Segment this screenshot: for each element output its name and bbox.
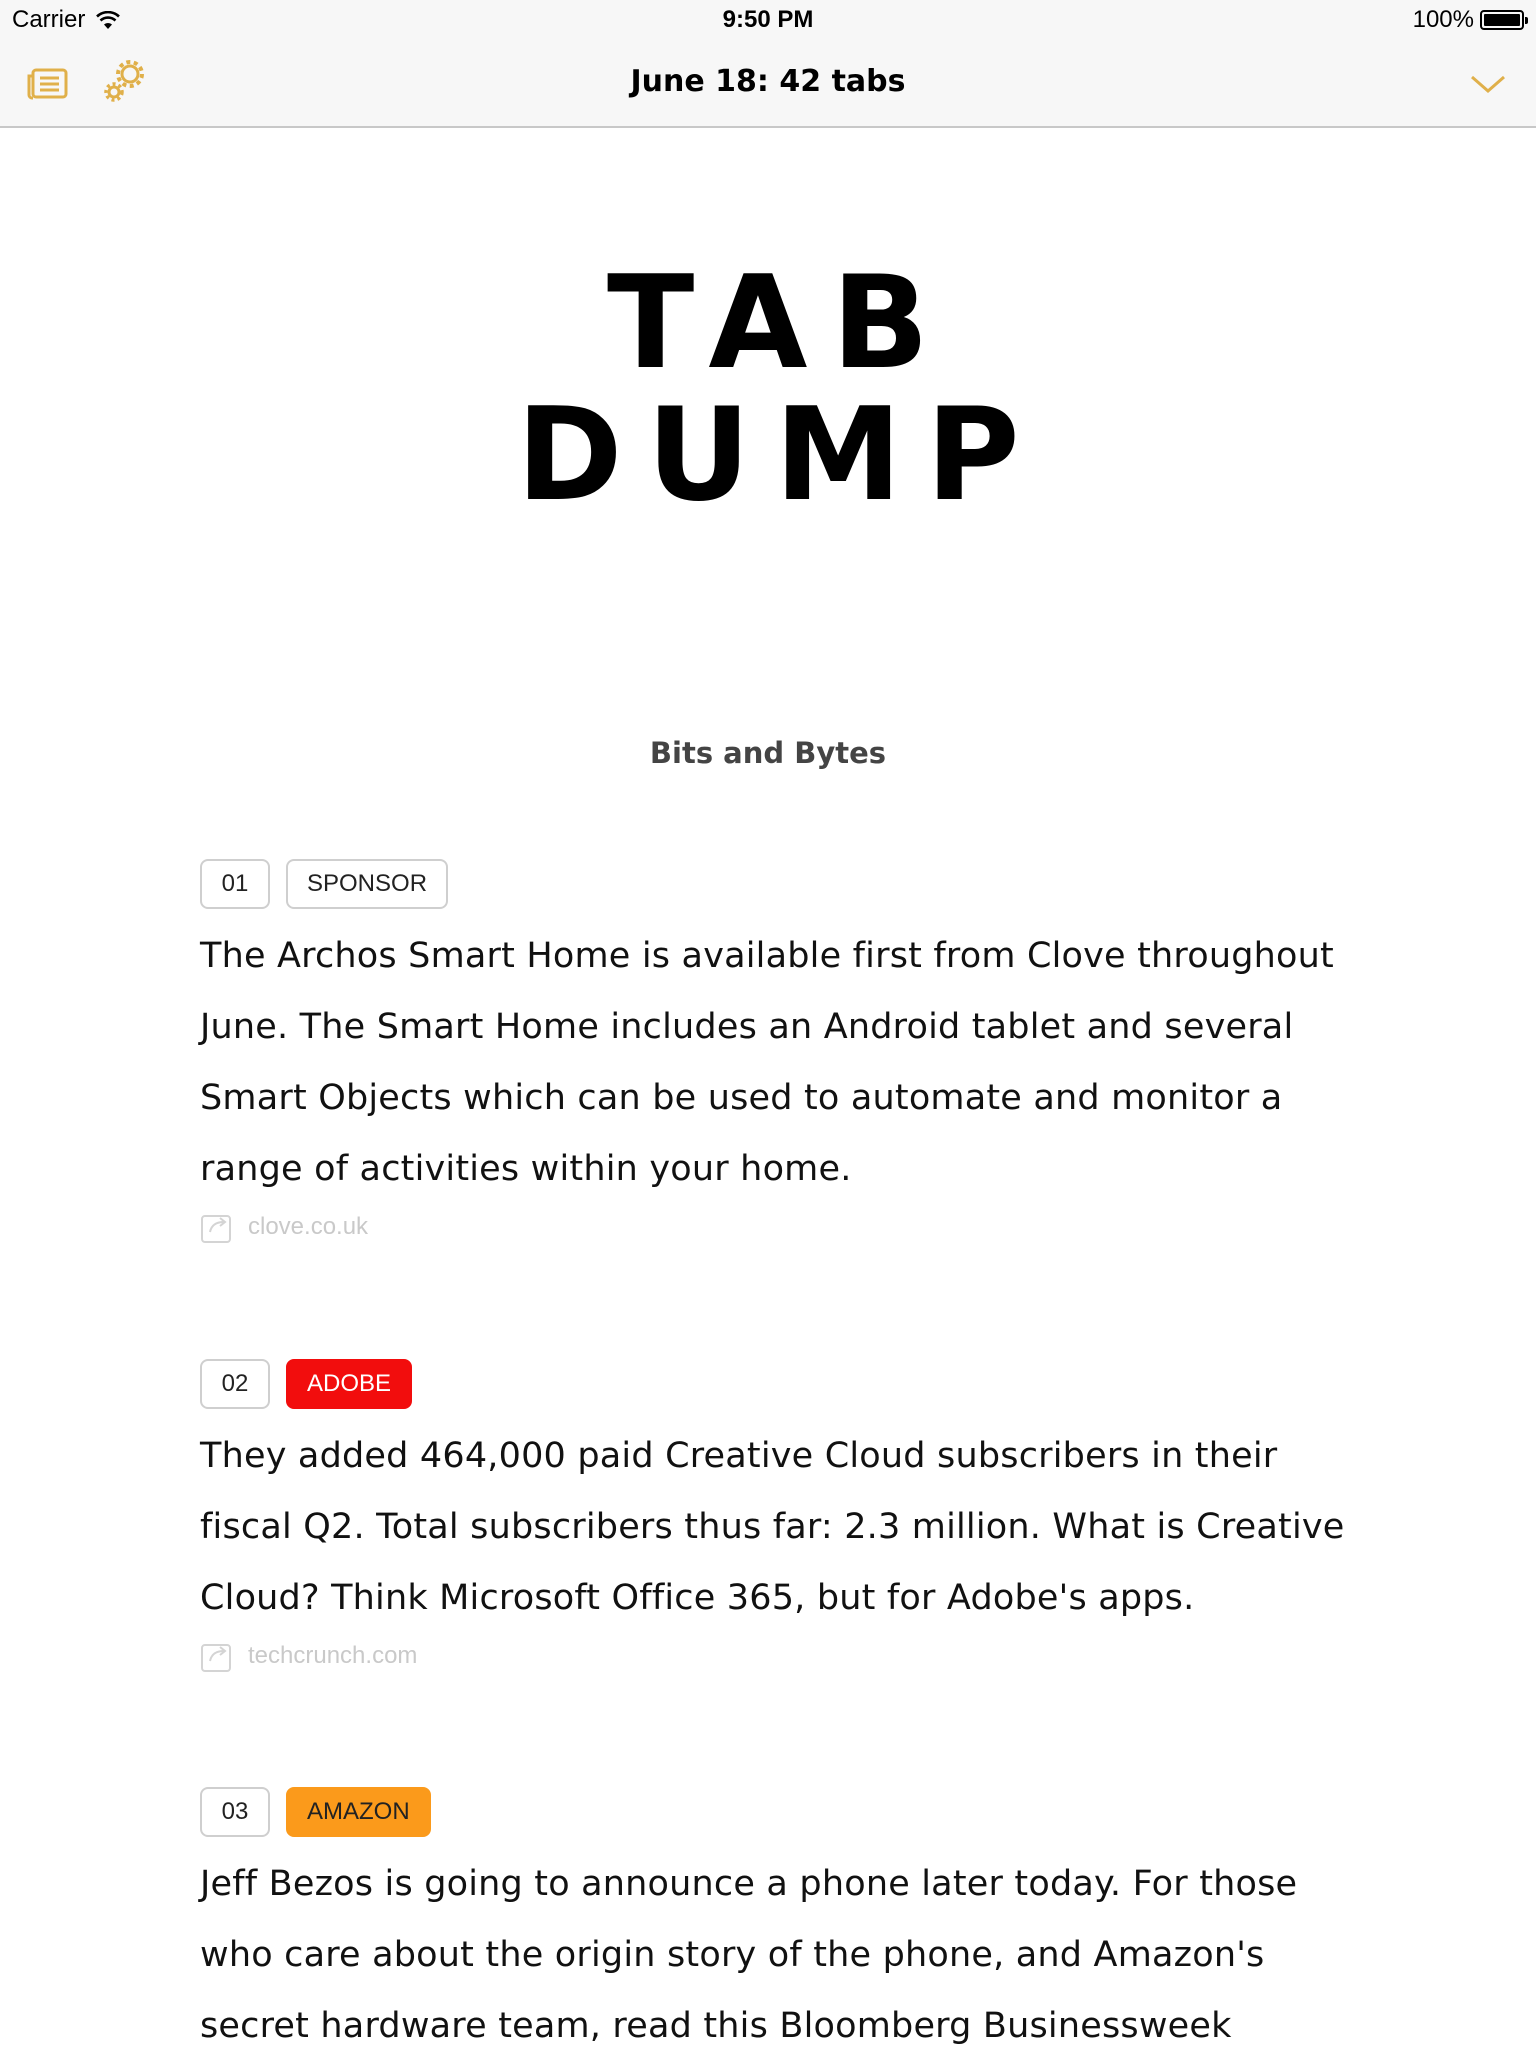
item-text: The Archos Smart Home is available first…: [200, 936, 1334, 1189]
share-icon: [201, 1215, 231, 1243]
logo-line-1: TAB: [607, 249, 953, 398]
share-icon: [201, 1644, 231, 1672]
item-tags: 02 ADOBE: [200, 1358, 1350, 1410]
nav-title: June 18: 42 tabs: [630, 64, 906, 99]
status-battery: 100%: [1412, 6, 1528, 34]
item-tags: 03 AMAZON: [200, 1786, 1350, 1838]
list-item: 03 AMAZON Jeff Bezos is going to announc…: [200, 1786, 1350, 2048]
content-area: TAB DUMP Bits and Bytes 01 SPONSOR The A…: [0, 128, 1536, 2048]
logo-line-2: DUMP: [516, 381, 1044, 530]
item-tags: 01 SPONSOR: [200, 858, 1350, 910]
item-text: Jeff Bezos is going to announce a phone …: [200, 1864, 1298, 2046]
source-domain: techcrunch.com: [248, 1642, 418, 1669]
item-number: 02: [200, 1359, 270, 1409]
list-item: 02 ADOBE They added 464,000 paid Creativ…: [200, 1358, 1350, 1676]
item-number: 03: [200, 1787, 270, 1837]
battery-icon: [1480, 10, 1528, 30]
source-domain: clove.co.uk: [248, 1213, 369, 1240]
item-text: They added 464,000 paid Creative Cloud s…: [200, 1436, 1345, 1618]
chevron-down-icon: [1471, 75, 1505, 93]
status-time: 9:50 PM: [722, 6, 814, 33]
item-number: 01: [200, 859, 270, 909]
source-link[interactable]: techcrunch.com: [200, 1636, 1350, 1676]
status-bar: Carrier 9:50 PM 100%: [0, 0, 1536, 40]
navigation-bar: June 18: 42 tabs: [0, 40, 1536, 128]
section-title: Bits and Bytes: [649, 736, 887, 770]
battery-percent: 100%: [1412, 6, 1474, 33]
dropdown-button[interactable]: [1460, 56, 1516, 112]
tab-dump-logo: TAB DUMP: [0, 258, 1536, 522]
category-tag[interactable]: AMAZON: [286, 1787, 431, 1837]
list-item: 01 SPONSOR The Archos Smart Home is avai…: [200, 858, 1350, 1247]
source-link[interactable]: clove.co.uk: [200, 1207, 1350, 1247]
category-tag[interactable]: ADOBE: [286, 1359, 413, 1409]
category-tag[interactable]: SPONSOR: [286, 859, 449, 909]
